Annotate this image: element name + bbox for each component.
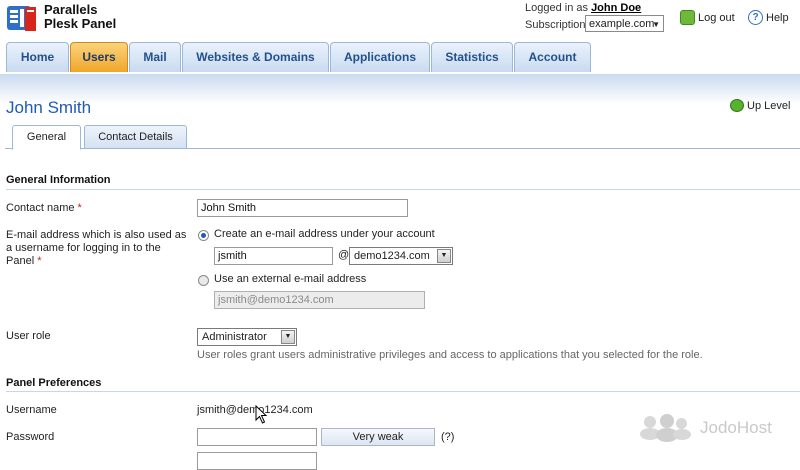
up-level-label: Up Level [747, 99, 791, 112]
subscription-label: Subscription [525, 19, 586, 31]
required-marker: * [37, 255, 42, 267]
tab-users[interactable]: Users [70, 42, 128, 72]
help-icon: ? [748, 10, 763, 25]
email-label: E-mail address which is also used as a u… [6, 229, 191, 268]
password-strength-indicator: Very weak [321, 428, 435, 446]
tab-statistics[interactable]: Statistics [431, 42, 513, 72]
help-label: Help [766, 11, 789, 24]
up-level-link[interactable]: Up Level [730, 99, 790, 112]
email-label-text: E-mail address which is also used as a u… [6, 229, 187, 267]
main-navigation: Home Users Mail Websites & Domains Appli… [0, 40, 800, 75]
brand-line-2: Plesk Panel [44, 16, 117, 31]
section-divider [6, 391, 800, 392]
plesk-logo-icon [6, 4, 38, 34]
password-help-link[interactable]: (?) [441, 431, 454, 443]
email-domain-select[interactable]: demo1234.com ▼ [349, 247, 453, 265]
watermark-text: JodoHost [700, 418, 772, 437]
chevron-down-icon: ▼ [437, 249, 451, 263]
radio-external-email[interactable] [198, 275, 209, 286]
logout-icon [680, 10, 695, 25]
tab-websites-domains[interactable]: Websites & Domains [182, 42, 329, 72]
user-role-hint: User roles grant users administrative pr… [197, 349, 703, 361]
brand-name: Parallels Plesk Panel [44, 3, 116, 31]
nav-band [0, 74, 800, 104]
page-title: John Smith [6, 98, 92, 117]
email-domain-value: demo1234.com [354, 250, 430, 262]
tab-home[interactable]: Home [6, 42, 69, 72]
people-icon [640, 414, 692, 442]
contact-name-field[interactable]: John Smith [197, 199, 408, 217]
tab-account[interactable]: Account [514, 42, 591, 72]
tab-mail[interactable]: Mail [129, 42, 181, 72]
section-panel-preferences: Panel Preferences [6, 377, 102, 389]
subscription-value: example.com [589, 18, 655, 30]
at-sign: @ [338, 249, 350, 261]
email-local-part-field[interactable]: jsmith [214, 247, 333, 265]
radio-create-email[interactable] [198, 230, 209, 241]
help-link[interactable]: ? Help [748, 10, 789, 25]
user-role-label: User role [6, 330, 51, 342]
up-arrow-icon [730, 99, 744, 112]
logged-in-info: Logged in as John Doe [525, 2, 641, 14]
user-role-value: Administrator [202, 331, 267, 343]
username-label: Username [6, 404, 57, 416]
confirm-password-field[interactable] [197, 452, 317, 470]
external-email-option-label: Use an external e-mail address [214, 273, 367, 285]
user-role-select[interactable]: Administrator ▼ [197, 328, 297, 346]
password-field[interactable] [197, 428, 317, 446]
chevron-down-icon: ▼ [281, 330, 295, 344]
logged-in-prefix: Logged in as [525, 2, 588, 14]
tab-contact-details[interactable]: Contact Details [84, 125, 187, 149]
external-email-field: jsmith@demo1234.com [214, 291, 425, 309]
contact-name-label: Contact name * [6, 202, 82, 215]
create-email-option-label: Create an e-mail address under your acco… [214, 228, 435, 240]
tab-applications[interactable]: Applications [330, 42, 430, 72]
chevron-down-icon: ▼ [652, 20, 660, 29]
section-divider [6, 189, 800, 190]
logout-link[interactable]: Log out [680, 10, 735, 25]
jodohost-watermark: JodoHost [640, 414, 772, 442]
contact-name-label-text: Contact name [6, 202, 75, 214]
required-marker: * [77, 202, 82, 214]
subscription-select[interactable]: example.com ▼ [585, 15, 664, 32]
brand-line-1: Parallels [44, 2, 98, 17]
logout-label: Log out [698, 11, 735, 24]
logged-in-user-link[interactable]: John Doe [591, 2, 641, 14]
password-label: Password [6, 431, 55, 443]
tab-general[interactable]: General [12, 125, 81, 150]
section-general-information: General Information [6, 174, 111, 186]
